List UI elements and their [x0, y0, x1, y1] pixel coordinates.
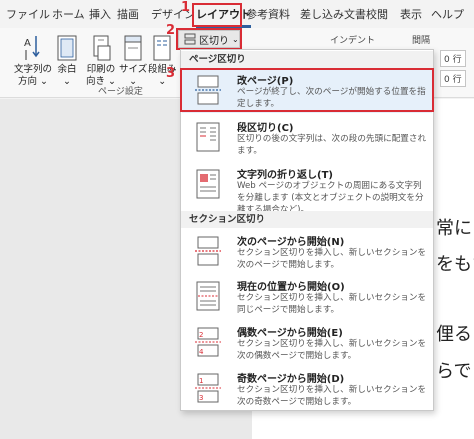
menu-item-title: 偶数ページから開始(E) — [237, 328, 343, 339]
menu-item-title: 文字列の折り返し(T) — [237, 170, 333, 181]
menu-item-title: 奇数ページから開始(D) — [237, 374, 345, 385]
text-direction-label: 文字列の 方向 ⌄ — [14, 64, 53, 87]
margins-label: 余白 ⌄ — [57, 64, 77, 87]
orientation-icon — [93, 35, 111, 61]
tab-help[interactable]: ヘルプ — [431, 5, 464, 25]
menu-item-even-page[interactable]: 2 4 偶数ページから開始(E) セクション区切りを挿入し、新しいセクションを次… — [182, 321, 432, 365]
orientation-button[interactable]: 印刷の 向き ⌄ — [86, 6, 116, 88]
even-page-icon: 2 4 — [195, 327, 221, 357]
continuous-icon — [196, 281, 220, 311]
tab-mailings[interactable]: 差し込み文書 — [300, 5, 366, 25]
odd-page-icon: 1 3 — [195, 373, 221, 403]
menu-item-description: セクション区切りを挿入し、新しいセクションを次の偶数ページで開始します。 — [237, 339, 427, 361]
menu-item-title: 現在の位置から開始(O) — [237, 282, 345, 293]
document-text-line: をもた — [436, 254, 474, 275]
menu-item-odd-page[interactable]: 1 3 奇数ページから開始(D) セクション区切りを挿入し、新しいセクションを次… — [182, 367, 432, 411]
tab-references[interactable]: 参考資料 — [246, 5, 290, 25]
document-text-line: 常に — [436, 218, 472, 239]
page-breaks-header: ページ区切り — [181, 51, 433, 68]
menu-item-title: 段区切り(C) — [237, 123, 294, 134]
menu-item-description: セクション区切りを挿入し、新しいセクションを次のページで開始します。 — [237, 248, 427, 270]
page-setup-group-label: ページ設定 — [98, 87, 143, 97]
tab-view[interactable]: 表示 — [400, 5, 422, 25]
svg-text:1: 1 — [199, 377, 203, 385]
menu-item-continuous[interactable]: 現在の位置から開始(O) セクション区切りを挿入し、新しいセクションを同じページ… — [182, 275, 432, 319]
layout-tab-highlight — [192, 3, 242, 27]
section-breaks-header: セクション区切り — [181, 211, 433, 228]
text-wrapping-icon — [196, 169, 220, 199]
menu-item-description: セクション区切りを挿入し、新しいセクションを同じページで開始します。 — [237, 293, 427, 315]
column-break-icon — [196, 122, 220, 152]
text-direction-button[interactable]: A 文字列の 方向 ⌄ — [14, 6, 52, 88]
menu-item-description: セクション区切りを挿入し、新しいセクションを次の奇数ページで開始します。 — [237, 385, 427, 407]
spacing-label: 間隔 — [412, 36, 431, 46]
menu-item-title: 次のページから開始(N) — [237, 237, 345, 248]
text-direction-icon: A — [24, 36, 40, 60]
columns-icon — [153, 35, 171, 61]
next-page-icon — [195, 236, 221, 266]
menu-item-text-wrapping[interactable]: 文字列の折り返し(T) Web ページのオブジェクトの周囲にある文字列を分離しま… — [182, 163, 432, 215]
tab-review[interactable]: 校閲 — [366, 5, 388, 25]
menu-item-column-break[interactable]: 段区切り(C) 区切りの後の文字列は、次の段の先頭に配置されます。 — [182, 116, 432, 162]
size-icon — [124, 35, 142, 61]
page-break-highlight — [180, 68, 434, 112]
svg-text:4: 4 — [199, 348, 204, 356]
document-text-line: らで — [436, 361, 472, 382]
indent-label: インデント — [330, 36, 376, 46]
spacing-after-field[interactable]: 0 行 — [440, 70, 466, 87]
menu-item-next-page[interactable]: 次のページから開始(N) セクション区切りを挿入し、新しいセクションを次のページ… — [182, 230, 432, 274]
document-text-line: 俚る — [436, 324, 472, 345]
step-3-marker: 3 — [166, 66, 176, 81]
margins-button[interactable]: 余白 ⌄ — [56, 6, 78, 88]
step-1-marker: 1 — [181, 0, 191, 15]
menu-item-description: 区切りの後の文字列は、次の段の先頭に配置されます。 — [237, 134, 427, 156]
margins-icon — [57, 35, 77, 61]
breaks-button-highlight — [176, 28, 242, 50]
step-2-marker: 2 — [166, 23, 176, 38]
svg-text:A: A — [24, 38, 31, 49]
svg-text:2: 2 — [199, 331, 203, 339]
svg-text:3: 3 — [199, 394, 203, 402]
spacing-before-field[interactable]: 0 行 — [440, 50, 466, 67]
size-button[interactable]: サイズ ⌄ — [119, 6, 147, 88]
